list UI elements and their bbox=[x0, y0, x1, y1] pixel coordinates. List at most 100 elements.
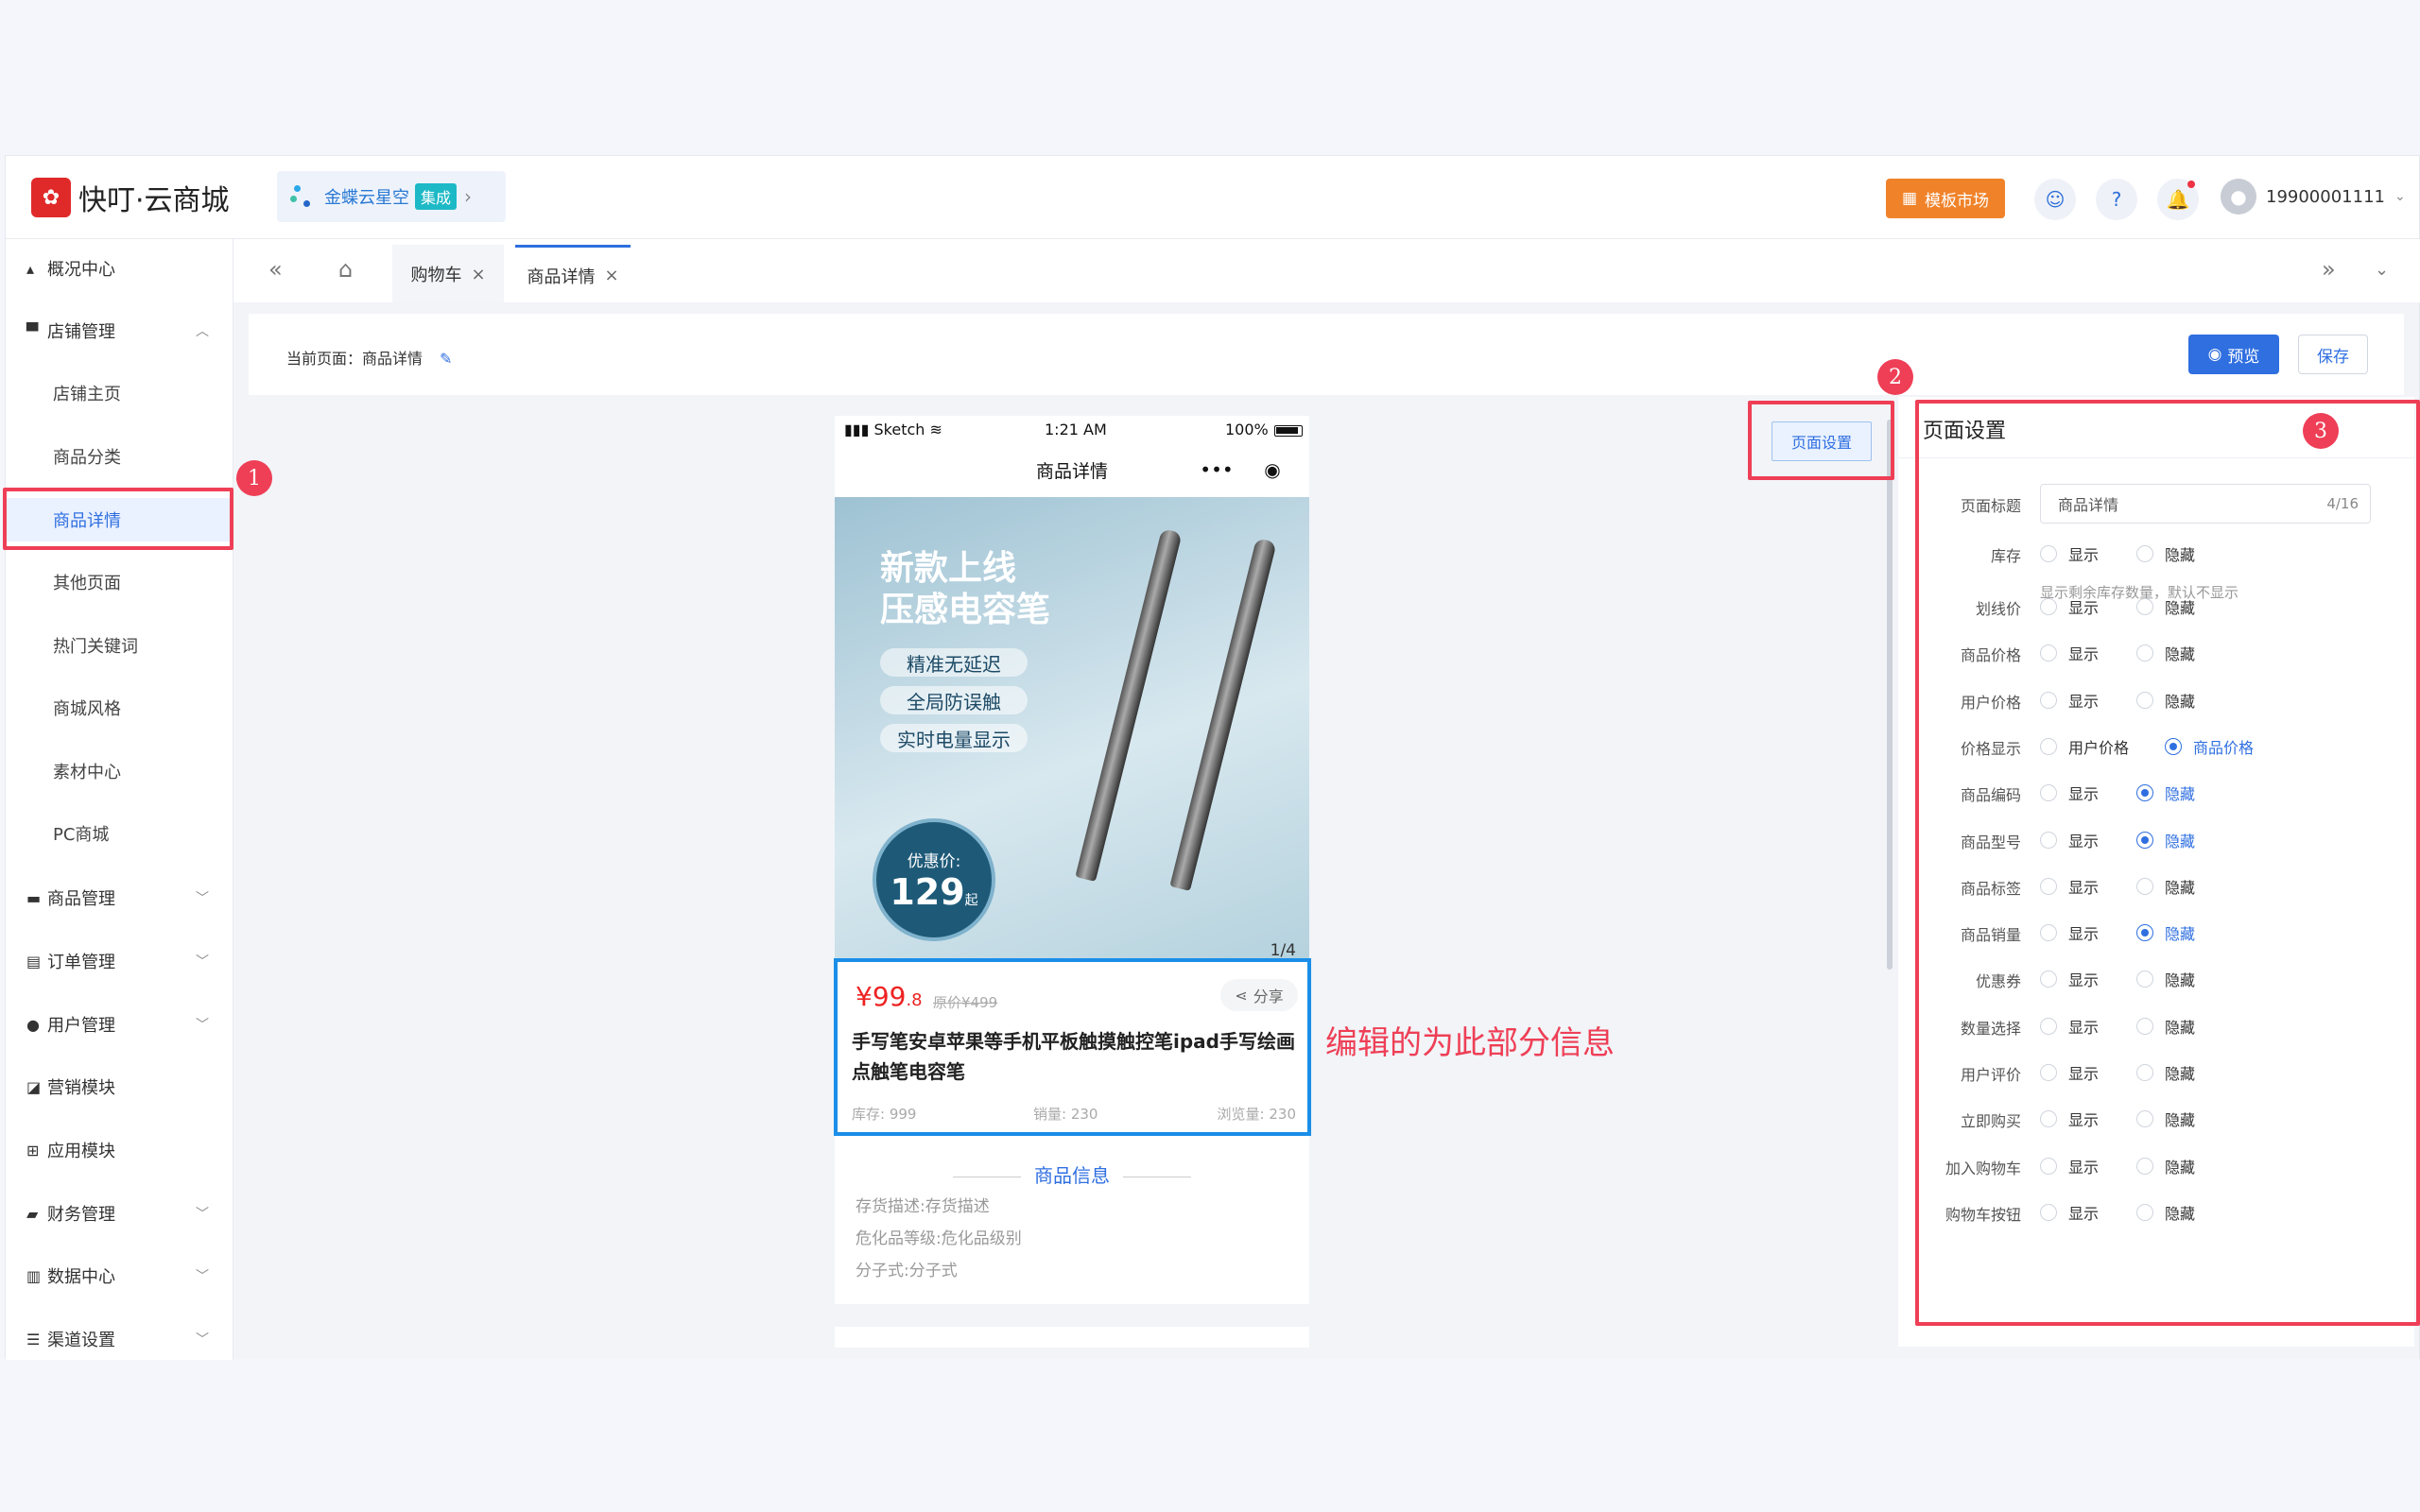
close-icon[interactable]: × bbox=[471, 265, 485, 284]
tab-product-detail[interactable]: 商品详情 × bbox=[515, 245, 631, 303]
bar-chart-icon: ▥ bbox=[26, 1266, 42, 1285]
banner-headline: 新款上线 压感电容笔 bbox=[880, 548, 1050, 631]
annotation-text: 编辑的为此部分信息 bbox=[1325, 1024, 1615, 1062]
banner-pill: 精准无延迟 bbox=[880, 648, 1028, 677]
shop-icon: ▴ bbox=[26, 259, 35, 278]
sidebar-item-store-management[interactable]: ▀ 店铺管理 ︿ bbox=[6, 309, 233, 352]
notification-dot bbox=[2187, 180, 2195, 188]
home-icon[interactable]: ⌂ bbox=[338, 256, 353, 283]
eye-icon: ◉ bbox=[2207, 345, 2222, 364]
integration-switcher[interactable]: 金蝶云星空 集成 › bbox=[277, 171, 506, 222]
logo-icon: ✿ bbox=[31, 178, 71, 217]
phone-status-bar: ▮▮▮ Sketch ≋ 1:21 AM 100% bbox=[835, 416, 1309, 444]
user-phone: 19900001111 bbox=[2266, 186, 2385, 207]
sidebar-item-label: 用户管理 bbox=[47, 1016, 115, 1036]
sidebar-item-label: 店铺主页 bbox=[53, 385, 121, 404]
product-banner[interactable]: 新款上线 压感电容笔 精准无延迟 全局防误触 实时电量显示 优惠价: 129起 1… bbox=[835, 497, 1309, 970]
sidebar: ▴ 概况中心 ▀ 店铺管理 ︿ 店铺主页 商品分类 商品详情 其他页面 热门关键词 商… bbox=[6, 239, 233, 1360]
brand-logo[interactable]: ✿ 快叮·云商城 bbox=[31, 177, 230, 218]
banner-line: 压感电容笔 bbox=[880, 591, 1051, 629]
sidebar-item-label: 财务管理 bbox=[47, 1205, 115, 1225]
sidebar-item-hot-keywords[interactable]: 热门关键词 bbox=[6, 624, 233, 667]
sidebar-item-label: 其他页面 bbox=[53, 574, 121, 593]
chart-icon: ◪ bbox=[26, 1077, 42, 1096]
pen-image bbox=[1169, 537, 1277, 892]
sidebar-item-apps[interactable]: ⊞ 应用模块 bbox=[6, 1128, 233, 1172]
chevron-right-icon: › bbox=[464, 185, 473, 208]
save-button[interactable]: 保存 bbox=[2298, 335, 2368, 374]
sidebar-item-overview[interactable]: ▴ 概况中心 bbox=[6, 247, 233, 290]
chevron-down-icon: ⌄ bbox=[2394, 189, 2406, 204]
banner-line: 新款上线 bbox=[880, 549, 1017, 588]
target-icon[interactable]: ◉ bbox=[1264, 458, 1280, 481]
bell-icon[interactable]: 🔔 bbox=[2157, 179, 2199, 220]
current-page-text: 当前页面：商品详情 bbox=[286, 350, 424, 368]
product-info-heading: 商品信息 bbox=[835, 1160, 1309, 1188]
sidebar-item-label: PC商城 bbox=[53, 825, 110, 845]
template-icon: ▦ bbox=[1901, 189, 1918, 208]
sidebar-item-label: 商城风格 bbox=[53, 699, 121, 719]
sidebar-item-mall-style[interactable]: 商城风格 bbox=[6, 686, 233, 730]
wallet-icon: ▰ bbox=[26, 1204, 39, 1223]
brand-name: 快叮·云商城 bbox=[78, 184, 230, 217]
scrollbar[interactable] bbox=[1887, 420, 1893, 970]
double-chevron-left-icon[interactable]: « bbox=[268, 256, 283, 283]
chevron-down-icon: ﹀ bbox=[196, 1269, 209, 1284]
signal-carrier: ▮▮▮ Sketch ≋ bbox=[844, 421, 942, 438]
briefcase-icon: ▬ bbox=[26, 888, 42, 907]
template-market-button[interactable]: ▦ 模板市场 bbox=[1886, 179, 2005, 218]
chevron-down-icon: ﹀ bbox=[196, 1018, 209, 1033]
help-icon[interactable]: ? bbox=[2096, 179, 2137, 220]
carrier-text: Sketch bbox=[873, 421, 925, 438]
sidebar-item-store-home[interactable]: 店铺主页 bbox=[6, 371, 233, 415]
sidebar-item-material-center[interactable]: 素材中心 bbox=[6, 749, 233, 793]
preview-button[interactable]: ◉ 预览 bbox=[2188, 335, 2279, 374]
sidebar-item-product-management[interactable]: ▬ 商品管理 ﹀ bbox=[6, 876, 233, 919]
chevron-up-icon: ︿ bbox=[196, 324, 209, 339]
mini-program-capsule[interactable]: ••• ◉ bbox=[1184, 452, 1296, 488]
sidebar-item-label: 店铺管理 bbox=[47, 322, 115, 342]
phone-preview: ▮▮▮ Sketch ≋ 1:21 AM 100% 商品详情 ••• ◉ 新款上线… bbox=[835, 416, 1309, 1348]
phone-time: 1:21 AM bbox=[1045, 421, 1107, 438]
sidebar-item-marketing[interactable]: ◪ 营销模块 bbox=[6, 1065, 233, 1108]
sidebar-item-label: 数据中心 bbox=[47, 1267, 115, 1287]
template-market-label: 模板市场 bbox=[1925, 191, 1990, 211]
chevron-down-icon: ﹀ bbox=[196, 1207, 209, 1222]
sidebar-item-label: 订单管理 bbox=[47, 953, 115, 972]
step-badge-2: 2 bbox=[1877, 359, 1913, 395]
close-icon[interactable]: × bbox=[604, 266, 618, 285]
promo-price: 129起 bbox=[890, 871, 977, 913]
top-header: ✿ 快叮·云商城 金蝶云星空 集成 › ▦ 模板市场 ☺ ? 🔔 ● 19900… bbox=[6, 156, 2419, 239]
grid-icon: ⊞ bbox=[26, 1141, 40, 1160]
sidebar-item-category[interactable]: 商品分类 bbox=[6, 435, 233, 478]
chevron-down-icon: ﹀ bbox=[196, 954, 209, 970]
highlight-box-3 bbox=[1915, 400, 2420, 1326]
sidebar-item-pc-mall[interactable]: PC商城 bbox=[6, 812, 233, 855]
integration-badge: 集成 bbox=[415, 183, 458, 210]
chevron-down-icon[interactable]: ⌄ bbox=[2375, 260, 2389, 280]
tab-cart[interactable]: 购物车 × bbox=[392, 245, 504, 303]
more-icon[interactable]: ••• bbox=[1200, 458, 1233, 481]
pen-image bbox=[1075, 527, 1183, 883]
sidebar-item-channel-settings[interactable]: ☰ 渠道设置 ﹀ bbox=[6, 1317, 233, 1361]
promo-value: 129 bbox=[890, 870, 965, 913]
info-line: 存货描述:存货描述 bbox=[856, 1197, 990, 1216]
sidebar-item-label: 应用模块 bbox=[47, 1142, 115, 1161]
customer-service-icon[interactable]: ☺ bbox=[2034, 179, 2076, 220]
sidebar-item-label: 商品管理 bbox=[47, 889, 115, 909]
preview-label: 预览 bbox=[2227, 347, 2260, 367]
sidebar-item-other-pages[interactable]: 其他页面 bbox=[6, 560, 233, 604]
banner-pager: 1/4 bbox=[1270, 941, 1296, 960]
sidebar-item-finance[interactable]: ▰ 财务管理 ﹀ bbox=[6, 1192, 233, 1235]
step-badge-1: 1 bbox=[236, 460, 272, 496]
edit-icon[interactable]: ✎ bbox=[440, 350, 452, 368]
sidebar-item-order-management[interactable]: ▤ 订单管理 ﹀ bbox=[6, 939, 233, 983]
battery-icon bbox=[1273, 425, 1303, 437]
sidebar-item-data-center[interactable]: ▥ 数据中心 ﹀ bbox=[6, 1254, 233, 1297]
sidebar-item-label: 营销模块 bbox=[47, 1078, 115, 1098]
info-line: 危化品等级:危化品级别 bbox=[856, 1229, 1022, 1248]
sidebar-item-user-management[interactable]: ● 用户管理 ﹀ bbox=[6, 1003, 233, 1046]
banner-pill: 实时电量显示 bbox=[880, 724, 1028, 752]
user-menu[interactable]: ● 19900001111 ⌄ bbox=[2221, 179, 2406, 215]
double-chevron-right-icon[interactable]: » bbox=[2322, 256, 2336, 283]
